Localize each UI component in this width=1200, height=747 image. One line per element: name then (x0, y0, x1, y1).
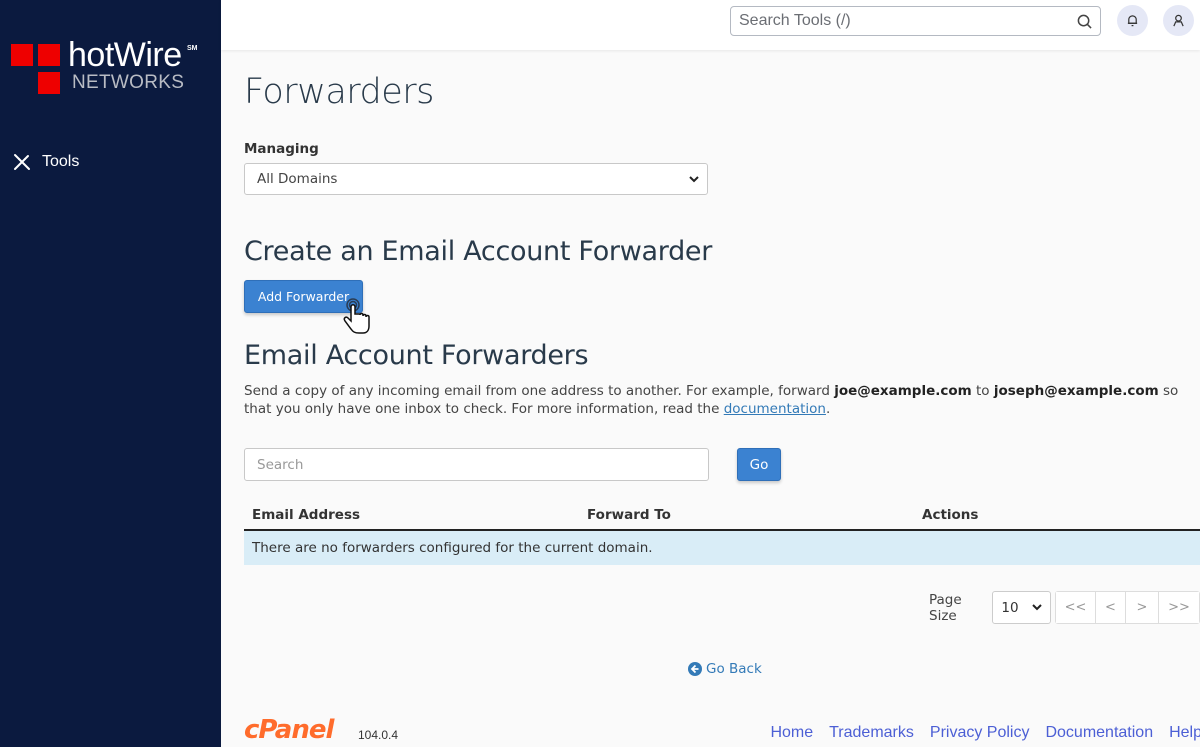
chevron-down-icon (689, 176, 699, 183)
managing-label: Managing (244, 141, 319, 157)
footer: cPanel 104.0.4 Home Trademarks Privacy P… (244, 715, 1200, 747)
logo-sub: NETWORKS (72, 72, 185, 93)
column-actions: Actions (922, 506, 979, 523)
managing-selected-value: All Domains (257, 171, 338, 187)
cpanel-version: 104.0.4 (358, 728, 399, 742)
top-bar (221, 0, 1200, 50)
hand-cursor-icon (343, 298, 370, 334)
desc-text: to (971, 383, 994, 399)
first-page-button[interactable]: << (1056, 592, 1096, 623)
footer-link-help[interactable]: Help (1169, 724, 1200, 742)
notifications-button[interactable] (1117, 5, 1148, 36)
documentation-link[interactable]: documentation (724, 401, 826, 417)
search-tools-input[interactable] (731, 12, 1061, 30)
sidebar-item-tools[interactable]: Tools (12, 152, 79, 172)
logo-brand: hotWire (68, 36, 182, 74)
page-title: Forwarders (244, 72, 434, 112)
page-size-label: Page Size (929, 591, 962, 624)
empty-table-message: There are no forwarders configured for t… (244, 531, 1200, 565)
previous-page-button[interactable]: < (1096, 592, 1126, 623)
search-icon[interactable] (1077, 14, 1092, 29)
next-page-button[interactable]: > (1126, 592, 1159, 623)
last-page-button[interactable]: >> (1159, 592, 1199, 623)
arrow-circle-left-icon (688, 662, 702, 676)
desc-example-from: joe@example.com (834, 383, 972, 399)
hotwire-networks-logo[interactable]: hotWire SM NETWORKS (11, 36, 211, 102)
managing-domain-select[interactable]: All Domains (244, 163, 708, 195)
page-size-select[interactable]: 10 (992, 591, 1051, 624)
footer-link-home[interactable]: Home (770, 724, 813, 742)
table-header: Email Address Forward To Actions (244, 500, 1200, 531)
footer-link-privacy-policy[interactable]: Privacy Policy (930, 724, 1030, 742)
column-forward-to[interactable]: Forward To (579, 507, 914, 523)
page-size-value: 10 (1001, 599, 1019, 616)
forwarders-list-heading: Email Account Forwarders (244, 340, 589, 371)
logo-square (38, 72, 60, 94)
user-menu-button[interactable] (1163, 5, 1194, 36)
footer-link-documentation[interactable]: Documentation (1045, 724, 1153, 742)
forwarder-search-input[interactable] (244, 448, 709, 481)
pagination: Page Size 10 << < > >> (929, 591, 1200, 624)
footer-link-trademarks[interactable]: Trademarks (829, 724, 914, 742)
sidebar: hotWire SM NETWORKS Tools (0, 0, 221, 747)
cpanel-logo[interactable]: cPanel (244, 715, 334, 745)
desc-text: Send a copy of any incoming email from o… (244, 383, 835, 399)
logo-square (11, 44, 33, 66)
desc-example-to: joseph@example.com (993, 383, 1159, 399)
desc-text: . (825, 401, 831, 417)
logo-square (38, 44, 60, 66)
forwarders-description: Send a copy of any incoming email from o… (244, 382, 1200, 418)
column-email-address[interactable]: Email Address (244, 507, 579, 523)
bell-icon (1127, 15, 1138, 27)
tools-icon (14, 154, 30, 170)
search-tools-box[interactable] (730, 6, 1101, 36)
logo-service-mark: SM (187, 45, 198, 52)
pagination-buttons: << < > >> (1055, 591, 1200, 624)
go-button[interactable]: Go (737, 448, 781, 481)
chevron-down-icon (1032, 604, 1042, 611)
go-back-link[interactable]: Go Back (688, 661, 762, 677)
footer-links: Home Trademarks Privacy Policy Documenta… (770, 724, 1200, 742)
create-forwarder-heading: Create an Email Account Forwarder (244, 236, 713, 267)
forwarders-table: Email Address Forward To Actions There a… (244, 500, 1200, 565)
user-icon (1173, 14, 1184, 27)
sidebar-item-label: Tools (42, 153, 80, 170)
go-back-label: Go Back (706, 661, 762, 677)
